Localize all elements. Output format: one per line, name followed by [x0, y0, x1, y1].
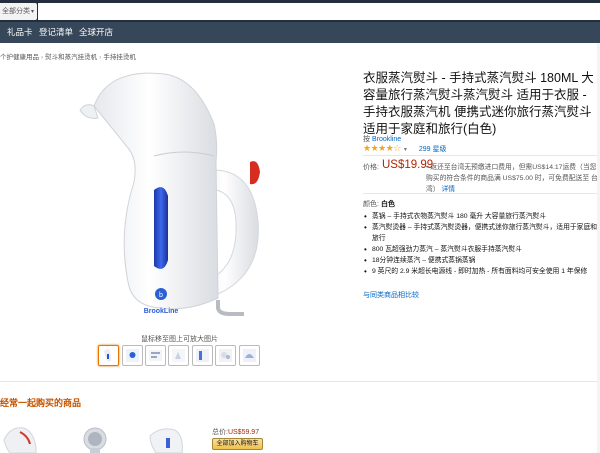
thumbnail[interactable] — [192, 345, 213, 366]
product-title: 衣服蒸汽熨斗 - 手持式蒸汽熨斗 180ML 大容量旅行蒸汽熨斗蒸汽熨斗 适用于… — [363, 71, 594, 136]
breadcrumb: 个护健康用品 › 熨斗和蒸汽挂烫机 › 手持挂烫机 — [0, 54, 136, 61]
thumbnail[interactable] — [239, 345, 260, 366]
feature-bullet: 蒸汽熨烫器 – 手持式蒸汽熨烫器，便携式迷你旅行蒸汽熨斗，适用于家庭和旅行 — [363, 222, 598, 244]
color-value: 白色 — [380, 201, 395, 208]
chevron-down-icon: ▾ — [31, 9, 35, 15]
breadcrumb-item[interactable]: 个护健康用品 — [0, 54, 39, 61]
product-main-image[interactable]: b BrookLine — [68, 62, 300, 330]
zoom-hint: 鼠标移至图上可放大图片 — [141, 336, 218, 343]
feature-bullet: 18分钟连续蒸汽 – 便携式蒸锅蒸锅 — [363, 255, 598, 266]
bundle-item-steamer[interactable] — [3, 427, 37, 453]
nav-bar: 礼品卡 登记清单 全球开店 — [0, 22, 600, 43]
color-row: 颜色: 白色 — [363, 199, 395, 209]
thumbnail[interactable] — [145, 345, 166, 366]
divider — [0, 381, 600, 382]
svg-text:b: b — [159, 292, 163, 299]
brand-link[interactable]: Brookline — [372, 136, 401, 143]
bundle-item-lint-remover[interactable] — [83, 427, 107, 453]
nav-item-registry[interactable]: 登记清单 — [39, 26, 73, 38]
feature-bullet: 800 瓦超强劲力蒸汽 – 蒸汽熨斗衣服手持蒸汽熨斗 — [363, 244, 598, 255]
color-label: 颜色: — [363, 201, 379, 208]
shipping-note: • 返还至台湾无预缴进口费用，但需US$14.17运费（当您购买的符合条件的商品… — [426, 162, 598, 195]
breadcrumb-item[interactable]: 熨斗和蒸汽挂烫机 — [45, 54, 97, 61]
rating-row: ★★★★☆ ▾ 299 星级 — [363, 143, 446, 153]
category-dropdown-label: 全部分类 — [2, 8, 30, 15]
bundle-item-travel-steamer[interactable] — [149, 428, 183, 453]
frequently-bought-heading: 经常一起购买的商品 — [0, 398, 82, 408]
feature-bullet: 蒸锅 – 手持式衣物蒸汽熨斗 180 毫升 大容量旅行蒸汽熨斗 — [363, 211, 598, 222]
feature-bullets: 蒸锅 – 手持式衣物蒸汽熨斗 180 毫升 大容量旅行蒸汽熨斗 蒸汽熨烫器 – … — [363, 211, 598, 277]
chevron-down-icon[interactable]: ▾ — [404, 147, 407, 153]
brand-prefix: 按 — [363, 136, 370, 143]
nav-item-sell[interactable]: 全球开店 — [79, 26, 113, 38]
thumbnail[interactable] — [168, 345, 189, 366]
rating-count-link[interactable]: 299 星级 — [419, 146, 447, 153]
add-all-to-cart-button[interactable]: 全部加入购物车 — [212, 438, 263, 450]
feature-bullet: 9 英尺的 2.9 米超长电源线 - 即时加热 - 所有面料均可安全使用 1 年… — [363, 266, 598, 277]
top-search-bar: 全部分类▾ — [0, 0, 600, 22]
product-brand-label: BrookLine — [144, 308, 179, 315]
total-value: US$59.97 — [227, 429, 260, 436]
thumbnail[interactable] — [98, 345, 119, 366]
breadcrumb-item[interactable]: 手持挂烫机 — [103, 54, 136, 61]
star-rating-icon[interactable]: ★★★★☆ — [363, 143, 401, 153]
price-label: 价格: — [363, 164, 379, 171]
thumbnail[interactable] — [215, 345, 236, 366]
divider — [363, 155, 599, 156]
bundle-total: 总价:US$59.97 — [212, 427, 259, 437]
steamer-image: b BrookLine — [79, 72, 260, 316]
category-dropdown[interactable]: 全部分类▾ — [0, 3, 37, 20]
divider — [363, 193, 599, 194]
thumbnail[interactable] — [122, 345, 143, 366]
total-label: 总价: — [212, 429, 228, 436]
search-input[interactable] — [38, 3, 600, 20]
nav-item-gift-cards[interactable]: 礼品卡 — [7, 26, 33, 38]
compare-similar-link[interactable]: 与同类商品相比较 — [363, 290, 419, 300]
shipping-details-link[interactable]: 详情 — [441, 186, 455, 193]
